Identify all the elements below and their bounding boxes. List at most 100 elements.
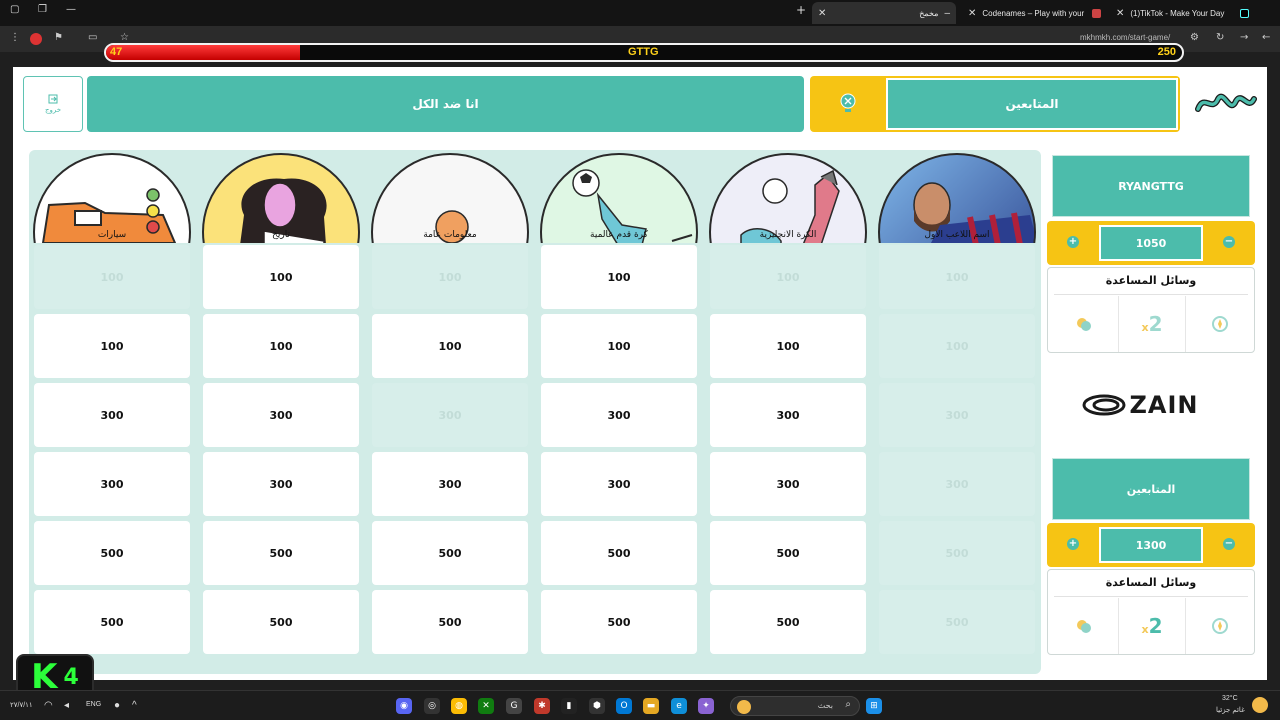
question-cell[interactable]: 300 (541, 383, 697, 447)
settings-app-icon[interactable]: ⬢ (589, 698, 605, 714)
question-cell[interactable]: 100 (203, 314, 359, 378)
exit-button[interactable]: خروج (23, 76, 83, 132)
question-cell[interactable]: 500 (710, 590, 866, 654)
new-tab-button[interactable]: + (796, 3, 806, 17)
menu-icon[interactable]: ⋮ (10, 32, 20, 43)
chrome-icon[interactable]: ◍ (451, 698, 467, 714)
chevron-up-icon[interactable]: ^ (132, 700, 137, 711)
language-indicator[interactable]: ENG (86, 701, 101, 708)
timer-icon[interactable] (840, 93, 856, 113)
question-cell[interactable]: 500 (203, 521, 359, 585)
call-friend-icon (1077, 620, 1091, 633)
tab-codenames[interactable]: ✕ Codenames – Play with your Fr (962, 2, 1108, 24)
question-cell[interactable]: 100 (710, 314, 866, 378)
team-2-decrement-button[interactable]: − (1223, 538, 1235, 550)
weather-icon[interactable] (1252, 697, 1268, 713)
category-history[interactable]: تاريخ (202, 153, 360, 243)
question-cell[interactable]: 300 (34, 452, 190, 516)
turn-banner-left[interactable]: انا ضد الكل (87, 76, 804, 132)
question-cell[interactable]: 300 (34, 383, 190, 447)
wifi-icon[interactable]: ◠ (44, 700, 53, 711)
window-icon[interactable]: ▢ (10, 4, 19, 15)
question-cell[interactable]: 300 (372, 452, 528, 516)
team-2-increment-button[interactable]: + (1067, 538, 1079, 550)
question-cell[interactable]: 500 (34, 590, 190, 654)
taskbar-search[interactable]: بحث ⌕ (730, 696, 860, 716)
question-cell[interactable]: 500 (541, 521, 697, 585)
category-first-player[interactable]: اسم اللاعب الاول (878, 153, 1036, 243)
close-icon[interactable]: ✕ (968, 8, 976, 19)
question-cell[interactable]: 500 (372, 521, 528, 585)
question-cell[interactable]: 500 (203, 590, 359, 654)
question-cell[interactable]: 300 (710, 383, 866, 447)
minimize-icon[interactable]: — (66, 4, 76, 15)
edge-icon[interactable]: e (671, 698, 687, 714)
file-explorer-icon[interactable]: ▬ (643, 698, 659, 714)
question-cell[interactable]: 500 (34, 521, 190, 585)
badge-digit: 4 (63, 664, 79, 690)
xbox-icon[interactable]: ✕ (478, 698, 494, 714)
game-area: خروج انا ضد الكل المتابعين سيارات تاريخ … (13, 67, 1267, 680)
question-cell: 300 (879, 452, 1035, 516)
hint-button[interactable] (1186, 598, 1254, 654)
double-points-button[interactable]: x2 (1118, 296, 1186, 352)
profile-avatar[interactable] (30, 33, 42, 45)
extensions-icon[interactable]: ⚑ (54, 32, 63, 43)
question-cell[interactable]: 100 (372, 314, 528, 378)
call-friend-button[interactable] (1050, 296, 1118, 352)
app-dark-icon[interactable]: ▮ (561, 698, 577, 714)
discord-icon[interactable]: ◉ (396, 698, 412, 714)
category-cars[interactable]: سيارات (33, 153, 191, 243)
category-world-football[interactable]: كرة قدم عالمية (540, 153, 698, 243)
back-icon[interactable]: ← (1262, 32, 1270, 43)
close-icon[interactable]: ✕ (1116, 8, 1124, 19)
weather-temp[interactable]: 32°C (1222, 695, 1238, 702)
obs-icon[interactable]: ◎ (424, 698, 440, 714)
copilot-icon[interactable]: ✦ (698, 698, 714, 714)
question-cell[interactable]: 100 (541, 314, 697, 378)
question-cell[interactable]: 300 (203, 452, 359, 516)
question-cell[interactable]: 300 (710, 452, 866, 516)
address-bar[interactable]: mkhmkh.com/start-game/ (1080, 33, 1170, 42)
split-view-icon[interactable]: ▭ (88, 32, 97, 43)
question-cell[interactable]: 100 (34, 314, 190, 378)
app-red-icon[interactable]: ✱ (534, 698, 550, 714)
reload-icon[interactable]: ↻ (1216, 32, 1224, 43)
team-2-score-row: + 1300 − (1047, 523, 1255, 567)
team-1-name: RYANGTTG (1052, 155, 1250, 217)
hint-button[interactable] (1186, 296, 1254, 352)
question-cell[interactable]: 100 (541, 245, 697, 309)
category-general[interactable]: معلومات عامة (371, 153, 529, 243)
tab-actions-icon[interactable]: ❐ (38, 4, 47, 15)
weather-desc[interactable]: غائم جزئيا (1216, 706, 1245, 714)
bookmark-star-icon[interactable]: ☆ (120, 32, 129, 43)
close-icon[interactable]: ✕ (818, 8, 826, 19)
team-1-increment-button[interactable]: + (1067, 236, 1079, 248)
question-cell[interactable]: 300 (203, 383, 359, 447)
start-icon[interactable]: ⊞ (866, 698, 882, 714)
audio-icon[interactable]: – (944, 8, 950, 19)
question-cell: 100 (34, 245, 190, 309)
call-friend-button[interactable] (1050, 598, 1118, 654)
question-cell[interactable]: 100 (203, 245, 359, 309)
turn-banner-right[interactable]: المتابعين (886, 78, 1178, 130)
microphone-icon[interactable]: ● (114, 700, 120, 711)
double-points-button[interactable]: x2 (1118, 598, 1186, 654)
question-cell[interactable]: 300 (541, 452, 697, 516)
outlook-icon[interactable]: O (616, 698, 632, 714)
call-friend-icon (1077, 318, 1091, 331)
double-points-icon: x2 (1141, 312, 1163, 336)
forward-icon[interactable]: → (1240, 32, 1248, 43)
category-english-football[interactable]: الكرة الانجليزية (709, 153, 867, 243)
question-cell[interactable]: 500 (372, 590, 528, 654)
app-icon[interactable]: G (506, 698, 522, 714)
category-label: كرة قدم عالمية (590, 230, 648, 240)
team-1-decrement-button[interactable]: − (1223, 236, 1235, 248)
question-cell[interactable]: 500 (710, 521, 866, 585)
double-points-icon: x2 (1141, 614, 1163, 638)
tab-mkhmkh[interactable]: ✕ مخمخ – (812, 2, 956, 24)
volume-icon[interactable]: ◂ (64, 700, 69, 711)
site-settings-icon[interactable]: ⚙ (1190, 32, 1199, 43)
question-cell[interactable]: 500 (541, 590, 697, 654)
tab-tiktok[interactable]: ✕ (1)TikTok - Make Your Day (1110, 2, 1256, 24)
